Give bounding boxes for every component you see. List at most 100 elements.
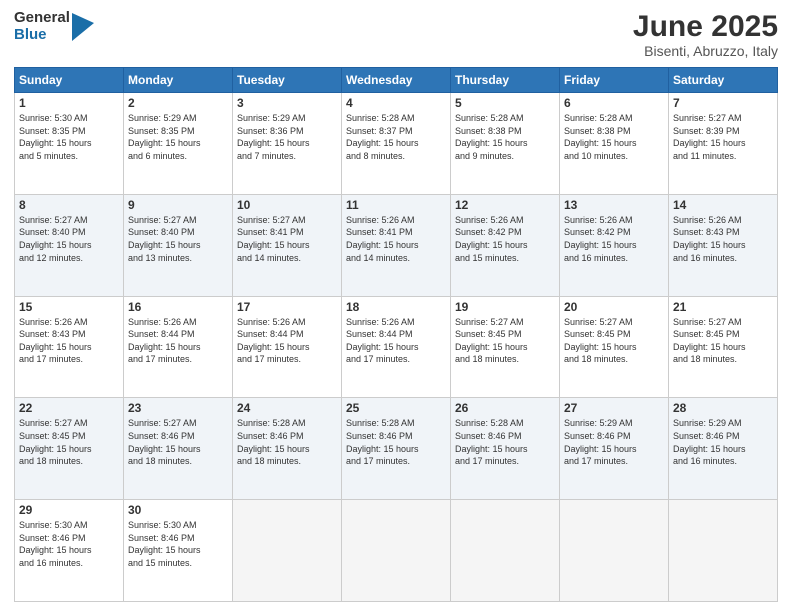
day-number: 19 [455, 300, 555, 314]
day-info: Sunrise: 5:27 AMSunset: 8:40 PMDaylight:… [19, 214, 119, 264]
table-row [669, 500, 778, 602]
title-block: June 2025 Bisenti, Abruzzo, Italy [633, 10, 778, 59]
day-number: 25 [346, 401, 446, 415]
day-number: 22 [19, 401, 119, 415]
day-info: Sunrise: 5:29 AMSunset: 8:35 PMDaylight:… [128, 112, 228, 162]
day-number: 1 [19, 96, 119, 110]
table-row: 25 Sunrise: 5:28 AMSunset: 8:46 PMDayligh… [342, 398, 451, 500]
col-wednesday: Wednesday [342, 68, 451, 93]
calendar-week-row: 22 Sunrise: 5:27 AMSunset: 8:45 PMDayligh… [15, 398, 778, 500]
day-number: 14 [673, 198, 773, 212]
table-row: 11 Sunrise: 5:26 AMSunset: 8:41 PMDayligh… [342, 194, 451, 296]
col-saturday: Saturday [669, 68, 778, 93]
table-row [342, 500, 451, 602]
day-info: Sunrise: 5:27 AMSunset: 8:40 PMDaylight:… [128, 214, 228, 264]
day-info: Sunrise: 5:28 AMSunset: 8:46 PMDaylight:… [346, 417, 446, 467]
table-row: 7Sunrise: 5:27 AMSunset: 8:39 PMDaylight… [669, 93, 778, 195]
day-number: 4 [346, 96, 446, 110]
table-row: 9 Sunrise: 5:27 AMSunset: 8:40 PMDaylight… [124, 194, 233, 296]
header: General Blue June 2025 Bisenti, Abruzzo,… [14, 10, 778, 59]
day-info: Sunrise: 5:27 AMSunset: 8:45 PMDaylight:… [19, 417, 119, 467]
calendar-table: Sunday Monday Tuesday Wednesday Thursday… [14, 67, 778, 602]
table-row: 16 Sunrise: 5:26 AMSunset: 8:44 PMDayligh… [124, 296, 233, 398]
month-title: June 2025 [633, 10, 778, 43]
day-number: 5 [455, 96, 555, 110]
day-info: Sunrise: 5:30 AMSunset: 8:46 PMDaylight:… [19, 519, 119, 569]
logo-general: General [14, 10, 70, 27]
table-row: 29 Sunrise: 5:30 AMSunset: 8:46 PMDayligh… [15, 500, 124, 602]
day-number: 24 [237, 401, 337, 415]
day-number: 3 [237, 96, 337, 110]
day-info: Sunrise: 5:26 AMSunset: 8:44 PMDaylight:… [128, 316, 228, 366]
page: General Blue June 2025 Bisenti, Abruzzo,… [0, 0, 792, 612]
day-number: 11 [346, 198, 446, 212]
day-number: 17 [237, 300, 337, 314]
day-info: Sunrise: 5:27 AMSunset: 8:39 PMDaylight:… [673, 112, 773, 162]
day-number: 27 [564, 401, 664, 415]
day-number: 18 [346, 300, 446, 314]
day-number: 20 [564, 300, 664, 314]
table-row: 17 Sunrise: 5:26 AMSunset: 8:44 PMDayligh… [233, 296, 342, 398]
table-row: 26Sunrise: 5:28 AMSunset: 8:46 PMDayligh… [451, 398, 560, 500]
day-info: Sunrise: 5:28 AMSunset: 8:38 PMDaylight:… [455, 112, 555, 162]
day-number: 29 [19, 503, 119, 517]
day-info: Sunrise: 5:26 AMSunset: 8:44 PMDaylight:… [346, 316, 446, 366]
calendar-week-row: 29 Sunrise: 5:30 AMSunset: 8:46 PMDayligh… [15, 500, 778, 602]
day-number: 23 [128, 401, 228, 415]
day-number: 15 [19, 300, 119, 314]
table-row: 13 Sunrise: 5:26 AMSunset: 8:42 PMDayligh… [560, 194, 669, 296]
col-sunday: Sunday [15, 68, 124, 93]
table-row: 22 Sunrise: 5:27 AMSunset: 8:45 PMDayligh… [15, 398, 124, 500]
logo-blue: Blue [14, 27, 70, 44]
table-row: 3 Sunrise: 5:29 AMSunset: 8:36 PMDaylight… [233, 93, 342, 195]
table-row: 5 Sunrise: 5:28 AMSunset: 8:38 PMDaylight… [451, 93, 560, 195]
day-info: Sunrise: 5:28 AMSunset: 8:37 PMDaylight:… [346, 112, 446, 162]
table-row: 4 Sunrise: 5:28 AMSunset: 8:37 PMDaylight… [342, 93, 451, 195]
day-number: 13 [564, 198, 664, 212]
day-number: 9 [128, 198, 228, 212]
table-row: 10 Sunrise: 5:27 AMSunset: 8:41 PMDayligh… [233, 194, 342, 296]
day-info: Sunrise: 5:29 AMSunset: 8:36 PMDaylight:… [237, 112, 337, 162]
day-number: 6 [564, 96, 664, 110]
table-row: 20 Sunrise: 5:27 AMSunset: 8:45 PMDayligh… [560, 296, 669, 398]
col-thursday: Thursday [451, 68, 560, 93]
day-info: Sunrise: 5:27 AMSunset: 8:41 PMDaylight:… [237, 214, 337, 264]
day-info: Sunrise: 5:26 AMSunset: 8:44 PMDaylight:… [237, 316, 337, 366]
day-number: 10 [237, 198, 337, 212]
day-info: Sunrise: 5:26 AMSunset: 8:42 PMDaylight:… [564, 214, 664, 264]
table-row [560, 500, 669, 602]
day-info: Sunrise: 5:26 AMSunset: 8:43 PMDaylight:… [19, 316, 119, 366]
calendar-week-row: 1 Sunrise: 5:30 AMSunset: 8:35 PMDaylight… [15, 93, 778, 195]
table-row: 28Sunrise: 5:29 AMSunset: 8:46 PMDayligh… [669, 398, 778, 500]
day-info: Sunrise: 5:27 AMSunset: 8:45 PMDaylight:… [673, 316, 773, 366]
day-info: Sunrise: 5:26 AMSunset: 8:43 PMDaylight:… [673, 214, 773, 264]
table-row: 2 Sunrise: 5:29 AMSunset: 8:35 PMDaylight… [124, 93, 233, 195]
table-row: 19 Sunrise: 5:27 AMSunset: 8:45 PMDayligh… [451, 296, 560, 398]
day-info: Sunrise: 5:27 AMSunset: 8:45 PMDaylight:… [564, 316, 664, 366]
logo: General Blue [14, 10, 94, 43]
day-info: Sunrise: 5:29 AMSunset: 8:46 PMDaylight:… [673, 417, 773, 467]
day-number: 8 [19, 198, 119, 212]
day-number: 16 [128, 300, 228, 314]
day-info: Sunrise: 5:26 AMSunset: 8:41 PMDaylight:… [346, 214, 446, 264]
table-row: 14 Sunrise: 5:26 AMSunset: 8:43 PMDayligh… [669, 194, 778, 296]
col-tuesday: Tuesday [233, 68, 342, 93]
day-info: Sunrise: 5:29 AMSunset: 8:46 PMDaylight:… [564, 417, 664, 467]
table-row: 21 Sunrise: 5:27 AMSunset: 8:45 PMDayligh… [669, 296, 778, 398]
calendar-header-row: Sunday Monday Tuesday Wednesday Thursday… [15, 68, 778, 93]
day-number: 21 [673, 300, 773, 314]
day-number: 2 [128, 96, 228, 110]
table-row: 30Sunrise: 5:30 AMSunset: 8:46 PMDayligh… [124, 500, 233, 602]
table-row: 24Sunrise: 5:28 AMSunset: 8:46 PMDayligh… [233, 398, 342, 500]
location-title: Bisenti, Abruzzo, Italy [633, 43, 778, 59]
table-row: 1 Sunrise: 5:30 AMSunset: 8:35 PMDaylight… [15, 93, 124, 195]
table-row: 15 Sunrise: 5:26 AMSunset: 8:43 PMDayligh… [15, 296, 124, 398]
table-row: 6 Sunrise: 5:28 AMSunset: 8:38 PMDaylight… [560, 93, 669, 195]
day-info: Sunrise: 5:27 AMSunset: 8:45 PMDaylight:… [455, 316, 555, 366]
day-info: Sunrise: 5:28 AMSunset: 8:38 PMDaylight:… [564, 112, 664, 162]
table-row: 23Sunrise: 5:27 AMSunset: 8:46 PMDayligh… [124, 398, 233, 500]
table-row [451, 500, 560, 602]
day-info: Sunrise: 5:30 AMSunset: 8:35 PMDaylight:… [19, 112, 119, 162]
col-friday: Friday [560, 68, 669, 93]
table-row: 27 Sunrise: 5:29 AMSunset: 8:46 PMDayligh… [560, 398, 669, 500]
